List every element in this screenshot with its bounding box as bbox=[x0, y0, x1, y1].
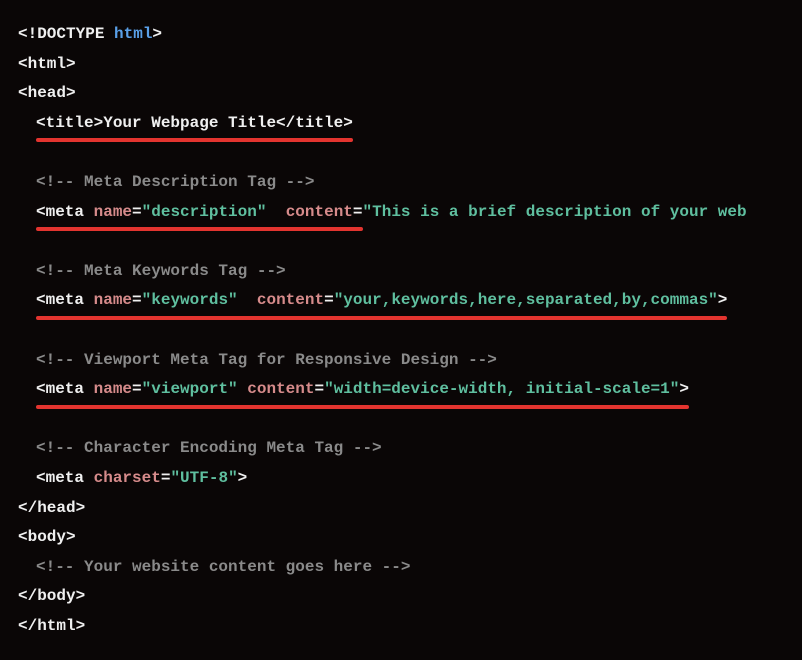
space bbox=[84, 380, 94, 398]
underline-annotation bbox=[36, 227, 363, 231]
body-open-tag: <body> bbox=[18, 528, 76, 546]
space bbox=[247, 291, 257, 309]
html-close-tag: </html> bbox=[18, 617, 85, 635]
space bbox=[84, 291, 94, 309]
attr-name: name bbox=[94, 380, 132, 398]
tag-close: > bbox=[718, 291, 728, 309]
attr-value: "your,keywords,here,separated,by,commas" bbox=[334, 291, 718, 309]
comment-body-content: <!-- Your website content goes here --> bbox=[36, 558, 410, 576]
attr-value: "width=device-width, initial-scale=1" bbox=[324, 380, 679, 398]
meta-viewport-line: <meta name="viewport" content="width=dev… bbox=[36, 375, 689, 405]
meta-tag: <meta bbox=[36, 380, 84, 398]
equals: = bbox=[324, 291, 334, 309]
title-line: <title>Your Webpage Title</title> bbox=[36, 109, 353, 139]
meta-description-line: <meta name="description" content= bbox=[36, 198, 363, 228]
underline-annotation bbox=[36, 316, 727, 320]
head-open-tag: <head> bbox=[18, 84, 76, 102]
space bbox=[238, 380, 248, 398]
meta-tag: <meta bbox=[36, 203, 84, 221]
space bbox=[238, 291, 248, 309]
tag-close: > bbox=[679, 380, 689, 398]
attr-value: "viewport" bbox=[142, 380, 238, 398]
space bbox=[84, 203, 94, 221]
space bbox=[266, 203, 276, 221]
head-close-tag: </head> bbox=[18, 499, 85, 517]
doctype-close: > bbox=[152, 25, 162, 43]
meta-tag: <meta bbox=[36, 469, 84, 487]
space bbox=[84, 469, 94, 487]
comment-meta-description: <!-- Meta Description Tag --> bbox=[36, 173, 314, 191]
comment-viewport: <!-- Viewport Meta Tag for Responsive De… bbox=[36, 351, 497, 369]
attr-name: name bbox=[94, 291, 132, 309]
title-close: </title> bbox=[276, 114, 353, 132]
code-block: <!DOCTYPE html> <html> <head> <title>You… bbox=[18, 20, 784, 641]
equals: = bbox=[314, 380, 324, 398]
attr-value: "keywords" bbox=[142, 291, 238, 309]
equals: = bbox=[161, 469, 171, 487]
doctype-open: <!DOCTYPE bbox=[18, 25, 114, 43]
meta-tag: <meta bbox=[36, 291, 84, 309]
space bbox=[276, 203, 286, 221]
equals: = bbox=[353, 203, 363, 221]
html-open-tag: <html> bbox=[18, 55, 76, 73]
attr-content: content bbox=[257, 291, 324, 309]
title-open: <title> bbox=[36, 114, 103, 132]
attr-content: content bbox=[247, 380, 314, 398]
comment-charset: <!-- Character Encoding Meta Tag --> bbox=[36, 439, 382, 457]
tag-close: > bbox=[238, 469, 248, 487]
underline-annotation bbox=[36, 405, 689, 409]
equals: = bbox=[132, 380, 142, 398]
attr-name: name bbox=[94, 203, 132, 221]
attr-value: "UTF-8" bbox=[170, 469, 237, 487]
attr-value: "This is a brief description of your web bbox=[363, 203, 747, 221]
meta-keywords-line: <meta name="keywords" content="your,keyw… bbox=[36, 286, 727, 316]
title-text: Your Webpage Title bbox=[103, 114, 276, 132]
comment-meta-keywords: <!-- Meta Keywords Tag --> bbox=[36, 262, 286, 280]
attr-content: content bbox=[286, 203, 353, 221]
equals: = bbox=[132, 291, 142, 309]
attr-charset: charset bbox=[94, 469, 161, 487]
body-close-tag: </body> bbox=[18, 587, 85, 605]
code-content: <!DOCTYPE html> <html> <head> <title>You… bbox=[18, 20, 784, 641]
doctype-keyword: html bbox=[114, 25, 152, 43]
attr-value: "description" bbox=[142, 203, 267, 221]
equals: = bbox=[132, 203, 142, 221]
underline-annotation bbox=[36, 138, 353, 142]
